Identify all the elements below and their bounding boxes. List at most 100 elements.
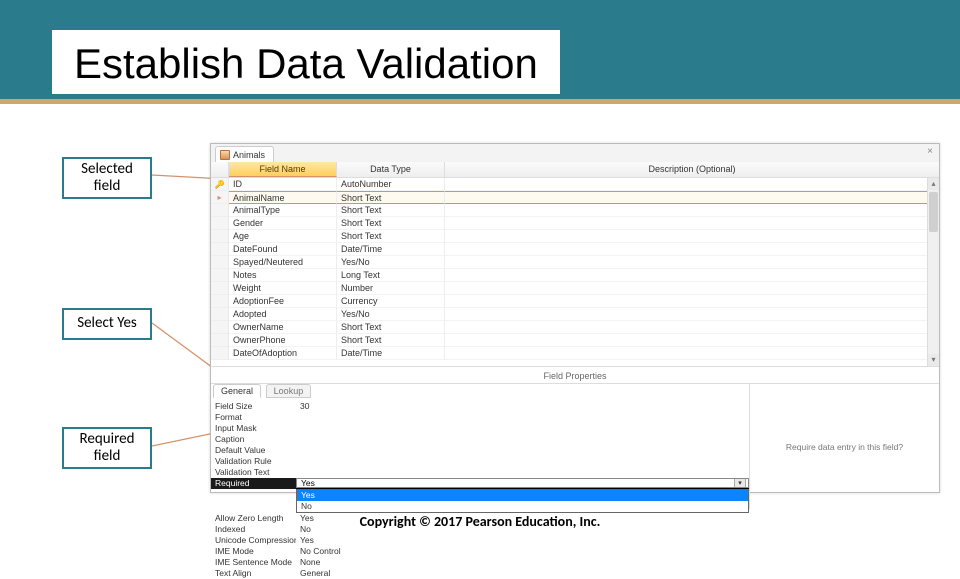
- row-selector[interactable]: [211, 282, 229, 295]
- close-icon[interactable]: ×: [927, 146, 933, 157]
- scroll-thumb[interactable]: [929, 192, 938, 232]
- data-type-cell[interactable]: Short Text: [337, 204, 445, 217]
- row-selector[interactable]: [211, 321, 229, 334]
- property-row[interactable]: Validation Rule: [211, 456, 749, 467]
- property-row[interactable]: Default Value: [211, 445, 749, 456]
- property-value[interactable]: Yes: [296, 535, 749, 546]
- property-row[interactable]: IME ModeNo Control: [211, 546, 749, 557]
- row-selector[interactable]: ▸: [211, 191, 229, 204]
- table-row[interactable]: 🔑IDAutoNumber: [211, 178, 939, 191]
- data-type-cell[interactable]: Short Text: [337, 334, 445, 347]
- property-value[interactable]: 30: [296, 401, 749, 412]
- col-field-name[interactable]: Field Name: [229, 162, 337, 177]
- description-cell[interactable]: [445, 321, 939, 334]
- row-selector[interactable]: [211, 243, 229, 256]
- description-cell[interactable]: [445, 347, 939, 360]
- data-type-cell[interactable]: Short Text: [337, 321, 445, 334]
- description-cell[interactable]: [445, 230, 939, 243]
- row-selector[interactable]: [211, 230, 229, 243]
- description-cell[interactable]: [445, 295, 939, 308]
- table-row[interactable]: AdoptionFeeCurrency: [211, 295, 939, 308]
- description-cell[interactable]: [445, 308, 939, 321]
- dropdown-option[interactable]: Yes: [297, 490, 748, 501]
- property-row[interactable]: Input Mask: [211, 423, 749, 434]
- row-selector[interactable]: [211, 269, 229, 282]
- scroll-up-icon[interactable]: ▴: [928, 178, 939, 190]
- property-value[interactable]: [296, 467, 749, 478]
- description-cell[interactable]: [445, 204, 939, 217]
- dropdown-list[interactable]: YesNo: [296, 489, 749, 513]
- row-selector[interactable]: [211, 217, 229, 230]
- data-type-cell[interactable]: Short Text: [337, 191, 445, 204]
- field-name-cell[interactable]: Age: [229, 230, 337, 243]
- property-row[interactable]: Format: [211, 412, 749, 423]
- scrollbar[interactable]: ▴ ▾: [927, 178, 939, 366]
- field-name-cell[interactable]: AdoptionFee: [229, 295, 337, 308]
- col-description[interactable]: Description (Optional): [445, 162, 939, 177]
- field-name-cell[interactable]: OwnerPhone: [229, 334, 337, 347]
- primary-key-icon[interactable]: 🔑: [211, 178, 229, 191]
- table-row[interactable]: AnimalTypeShort Text: [211, 204, 939, 217]
- property-value[interactable]: No Control: [296, 546, 749, 557]
- table-row[interactable]: DateOfAdoptionDate/Time: [211, 347, 939, 360]
- table-row[interactable]: NotesLong Text: [211, 269, 939, 282]
- description-cell[interactable]: [445, 178, 939, 191]
- col-data-type[interactable]: Data Type: [337, 162, 445, 177]
- property-row[interactable]: Field Size30: [211, 401, 749, 412]
- row-selector[interactable]: [211, 334, 229, 347]
- dropdown-option[interactable]: No: [297, 501, 748, 512]
- property-row[interactable]: Text AlignGeneral: [211, 568, 749, 579]
- property-value[interactable]: [296, 456, 749, 467]
- property-value-dropdown[interactable]: Yes▾: [296, 478, 749, 488]
- chevron-down-icon[interactable]: ▾: [734, 478, 746, 488]
- description-cell[interactable]: [445, 191, 939, 204]
- description-cell[interactable]: [445, 217, 939, 230]
- property-row[interactable]: IME Sentence ModeNone: [211, 557, 749, 568]
- row-selector[interactable]: [211, 204, 229, 217]
- property-value[interactable]: [296, 445, 749, 456]
- data-type-cell[interactable]: Long Text: [337, 269, 445, 282]
- field-name-cell[interactable]: Spayed/Neutered: [229, 256, 337, 269]
- field-name-cell[interactable]: DateFound: [229, 243, 337, 256]
- row-selector[interactable]: [211, 308, 229, 321]
- table-row[interactable]: GenderShort Text: [211, 217, 939, 230]
- table-row[interactable]: OwnerPhoneShort Text: [211, 334, 939, 347]
- data-type-cell[interactable]: Number: [337, 282, 445, 295]
- tab-lookup[interactable]: Lookup: [266, 384, 312, 398]
- property-value[interactable]: [296, 423, 749, 434]
- field-name-cell[interactable]: AnimalType: [229, 204, 337, 217]
- property-row-required[interactable]: RequiredYes▾: [211, 478, 749, 489]
- table-row[interactable]: AdoptedYes/No: [211, 308, 939, 321]
- property-row[interactable]: Caption: [211, 434, 749, 445]
- data-type-cell[interactable]: Date/Time: [337, 243, 445, 256]
- table-row[interactable]: AgeShort Text: [211, 230, 939, 243]
- property-value[interactable]: [296, 434, 749, 445]
- row-selector[interactable]: [211, 256, 229, 269]
- data-type-cell[interactable]: Yes/No: [337, 308, 445, 321]
- field-name-cell[interactable]: Notes: [229, 269, 337, 282]
- data-type-cell[interactable]: Currency: [337, 295, 445, 308]
- field-name-cell[interactable]: Weight: [229, 282, 337, 295]
- table-row[interactable]: ▸AnimalNameShort Text: [211, 191, 939, 204]
- field-name-cell[interactable]: AnimalName: [229, 191, 337, 204]
- field-name-cell[interactable]: Gender: [229, 217, 337, 230]
- property-value[interactable]: General: [296, 568, 749, 579]
- property-row[interactable]: Unicode CompressionYes: [211, 535, 749, 546]
- field-name-cell[interactable]: ID: [229, 178, 337, 191]
- field-name-cell[interactable]: Adopted: [229, 308, 337, 321]
- description-cell[interactable]: [445, 282, 939, 295]
- field-name-cell[interactable]: DateOfAdoption: [229, 347, 337, 360]
- table-tab[interactable]: Animals: [215, 146, 274, 162]
- row-selector[interactable]: [211, 295, 229, 308]
- table-row[interactable]: DateFoundDate/Time: [211, 243, 939, 256]
- tab-general[interactable]: General: [213, 384, 261, 398]
- data-type-cell[interactable]: Date/Time: [337, 347, 445, 360]
- data-type-cell[interactable]: Short Text: [337, 217, 445, 230]
- description-cell[interactable]: [445, 269, 939, 282]
- table-row[interactable]: WeightNumber: [211, 282, 939, 295]
- property-row[interactable]: Validation Text: [211, 467, 749, 478]
- field-name-cell[interactable]: OwnerName: [229, 321, 337, 334]
- scroll-down-icon[interactable]: ▾: [928, 354, 939, 366]
- data-type-cell[interactable]: Yes/No: [337, 256, 445, 269]
- row-selector[interactable]: [211, 347, 229, 360]
